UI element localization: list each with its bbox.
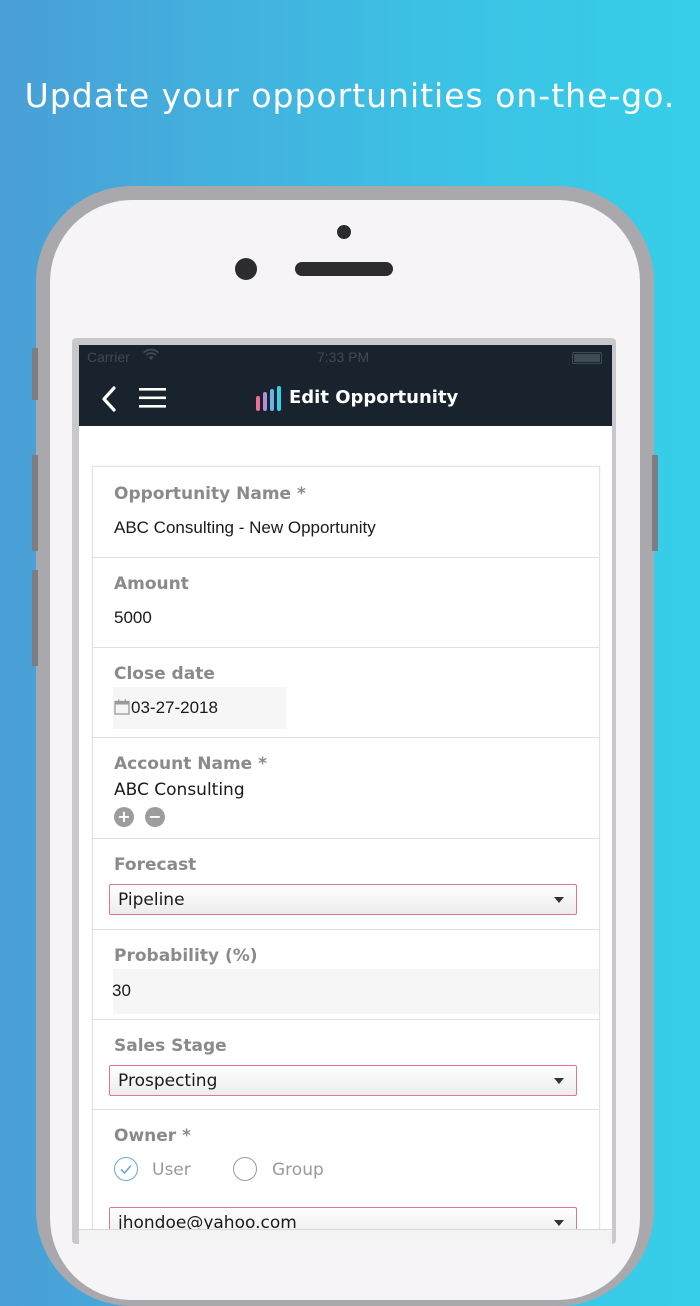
owner-label: Owner * — [114, 1126, 191, 1146]
opportunity-name-input[interactable]: ABC Consulting - New Opportunity — [114, 518, 376, 538]
hamburger-menu-icon[interactable] — [139, 387, 167, 413]
opportunity-name-field: Opportunity Name * ABC Consulting - New … — [93, 467, 599, 558]
sales-stage-selected-value: Prospecting — [118, 1071, 218, 1091]
probability-label: Probability (%) — [114, 946, 258, 966]
phone-volume-up — [32, 455, 38, 551]
bottom-toolbar — [79, 1229, 612, 1244]
status-bar: Carrier 7:33 PM — [79, 345, 612, 371]
page-title: Edit Opportunity — [289, 387, 459, 408]
phone-power-button — [652, 455, 658, 551]
calendar-icon[interactable] — [114, 699, 130, 719]
app-screen: Carrier 7:33 PM Edit Opportunity Opportu… — [79, 345, 612, 1244]
phone-volume-down — [32, 570, 38, 666]
close-date-value: 03-27-2018 — [131, 698, 218, 717]
owner-user-radio[interactable] — [114, 1157, 138, 1181]
battery-icon — [572, 352, 602, 364]
owner-field: Owner * User Group jhondoe@yahoo.com — [93, 1109, 599, 1244]
carrier-label: Carrier — [87, 349, 130, 365]
phone-mute-switch — [32, 348, 38, 400]
forecast-label: Forecast — [114, 855, 197, 875]
back-icon[interactable] — [99, 385, 119, 417]
wifi-icon — [143, 348, 159, 365]
app-logo-icon — [254, 384, 284, 418]
sales-stage-label: Sales Stage — [114, 1036, 227, 1056]
close-date-label: Close date — [114, 664, 215, 684]
remove-account-button[interactable]: − — [145, 807, 165, 827]
account-name-value: ABC Consulting — [114, 780, 245, 800]
probability-value: 30 — [112, 981, 131, 1000]
amount-input[interactable]: 5000 — [114, 608, 152, 628]
opportunity-form: Opportunity Name * ABC Consulting - New … — [92, 466, 600, 1244]
forecast-select[interactable]: Pipeline — [109, 884, 577, 915]
dropdown-caret-icon — [554, 1220, 564, 1226]
earpiece-speaker — [295, 262, 393, 276]
owner-user-label: User — [152, 1160, 191, 1180]
sales-stage-field: Sales Stage Prospecting — [93, 1019, 599, 1110]
amount-label: Amount — [114, 574, 189, 594]
probability-field: Probability (%) 30 — [93, 929, 599, 1020]
status-time: 7:33 PM — [317, 349, 370, 365]
account-name-label: Account Name * — [114, 754, 267, 774]
dropdown-caret-icon — [554, 897, 564, 903]
amount-field: Amount 5000 — [93, 557, 599, 648]
account-name-field: Account Name * ABC Consulting + − — [93, 737, 599, 839]
sales-stage-select[interactable]: Prospecting — [109, 1065, 577, 1096]
opportunity-name-label: Opportunity Name * — [114, 484, 306, 504]
owner-group-radio[interactable] — [233, 1157, 257, 1181]
forecast-selected-value: Pipeline — [118, 890, 185, 910]
forecast-field: Forecast Pipeline — [93, 838, 599, 930]
nav-bar: Edit Opportunity — [79, 371, 612, 426]
promo-headline: Update your opportunities on-the-go. — [24, 76, 676, 115]
add-account-button[interactable]: + — [114, 807, 134, 827]
owner-group-label: Group — [272, 1160, 324, 1180]
front-camera — [337, 225, 351, 239]
dropdown-caret-icon — [554, 1078, 564, 1084]
proximity-sensor — [235, 258, 257, 280]
checkmark-icon — [120, 1164, 132, 1175]
probability-input[interactable] — [113, 969, 599, 1014]
